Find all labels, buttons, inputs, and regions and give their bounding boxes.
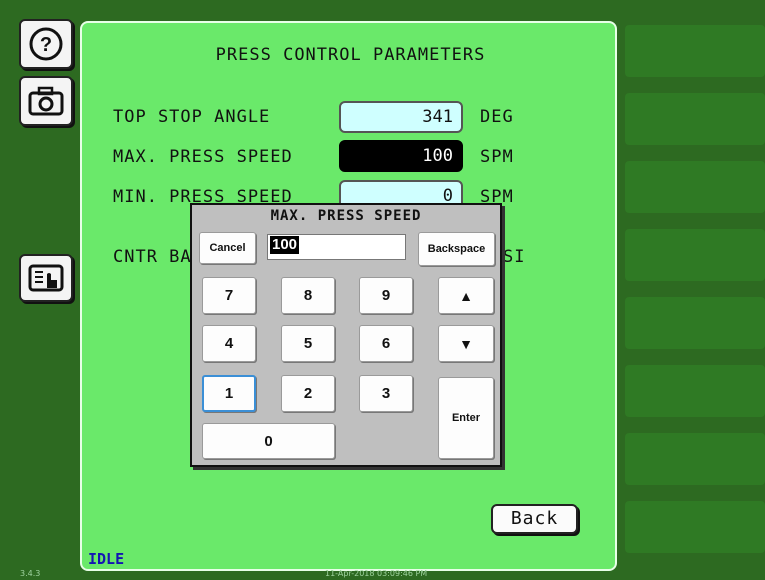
counterbalance-unit: SI	[503, 247, 526, 267]
top-stop-angle-label: TOP STOP ANGLE	[113, 107, 271, 127]
max-press-speed-label: MAX. PRESS SPEED	[113, 147, 293, 167]
right-tile-3[interactable]	[625, 161, 765, 213]
keypad-entry-value: 100	[270, 236, 300, 254]
cancel-button[interactable]: Cancel	[199, 232, 256, 264]
back-button[interactable]: Back	[491, 504, 578, 534]
up-arrow-key[interactable]: ▲	[438, 277, 494, 314]
backspace-button[interactable]: Backspace	[418, 232, 495, 266]
key-1[interactable]: 1	[202, 375, 256, 412]
key-3[interactable]: 3	[359, 375, 413, 412]
right-tile-2[interactable]	[625, 93, 765, 145]
top-stop-angle-unit: DEG	[480, 107, 514, 127]
right-tile-1[interactable]	[625, 25, 765, 77]
keypad-title: MAX. PRESS SPEED	[270, 208, 422, 224]
camera-button[interactable]	[19, 76, 73, 126]
key-9[interactable]: 9	[359, 277, 413, 314]
max-press-speed-unit: SPM	[480, 147, 514, 167]
svg-text:?: ?	[40, 34, 52, 56]
right-tile-4[interactable]	[625, 229, 765, 281]
key-8[interactable]: 8	[281, 277, 335, 314]
version-label: 3.4.3	[20, 569, 41, 578]
key-2[interactable]: 2	[281, 375, 335, 412]
key-6[interactable]: 6	[359, 325, 413, 362]
keypad-entry-field[interactable]: 100	[267, 234, 406, 260]
down-arrow-icon: ▼	[459, 335, 473, 352]
datetime-label: 11-Apr-2018 03:09:46 PM	[325, 569, 428, 578]
up-arrow-icon: ▲	[459, 287, 473, 304]
key-4[interactable]: 4	[202, 325, 256, 362]
right-tile-5[interactable]	[625, 297, 765, 349]
camera-icon	[28, 86, 64, 116]
top-stop-angle-field[interactable]: 341	[339, 101, 463, 133]
key-0[interactable]: 0	[202, 423, 335, 459]
page-title: PRESS CONTROL PARAMETERS	[215, 45, 486, 65]
right-tile-7[interactable]	[625, 433, 765, 485]
max-press-speed-field[interactable]: 100	[339, 140, 463, 172]
key-7[interactable]: 7	[202, 277, 256, 314]
keypad-dialog: MAX. PRESS SPEED Cancel 100 Backspace 7 …	[190, 203, 502, 467]
status-text: IDLE	[88, 550, 125, 568]
counterbalance-label: CNTR BA	[113, 247, 192, 267]
touch-screen-button[interactable]	[19, 254, 73, 302]
down-arrow-key[interactable]: ▼	[438, 325, 494, 362]
right-tile-6[interactable]	[625, 365, 765, 417]
right-tile-8[interactable]	[625, 501, 765, 553]
key-5[interactable]: 5	[281, 325, 335, 362]
touch-panel-icon	[28, 264, 64, 292]
help-button[interactable]: ?	[19, 19, 73, 69]
enter-button[interactable]: Enter	[438, 377, 494, 459]
help-circle-icon: ?	[29, 27, 63, 61]
